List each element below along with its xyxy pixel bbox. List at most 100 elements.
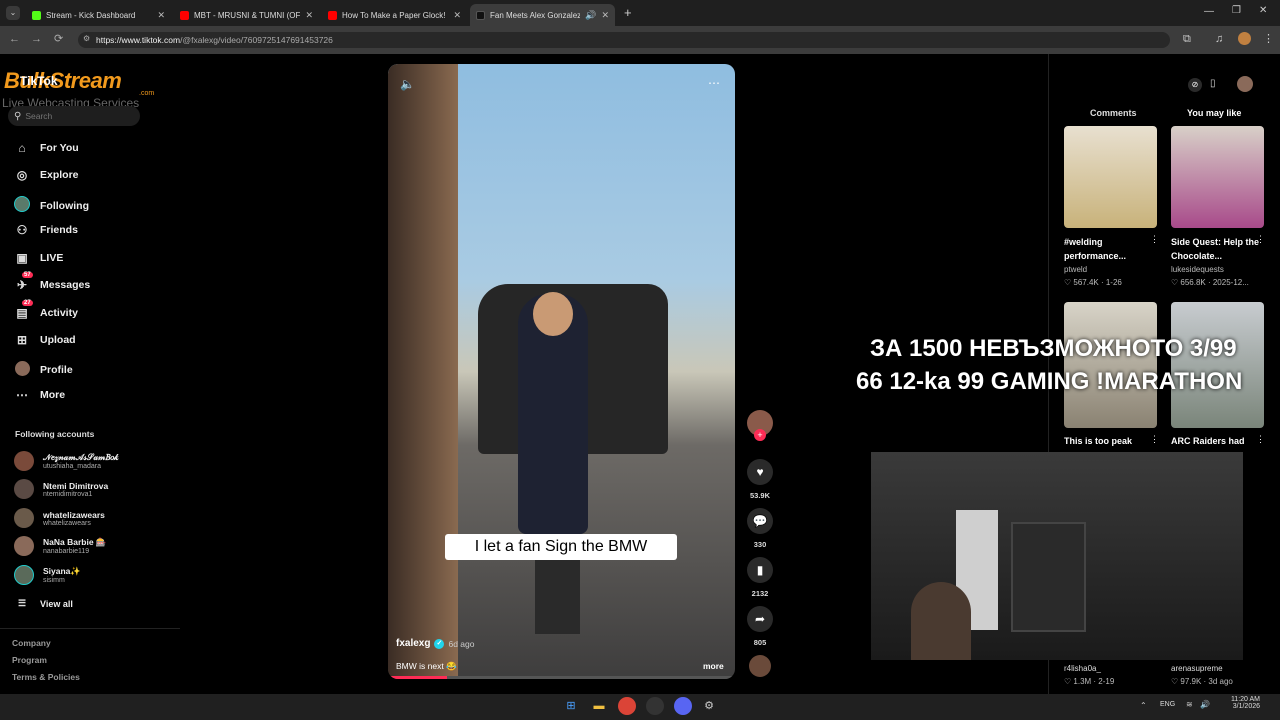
sound-disc-icon[interactable] (749, 655, 771, 677)
more-link[interactable]: more (703, 661, 724, 671)
card-title[interactable]: Side Quest: Help the Chocolate... (1171, 235, 1261, 263)
maximize-button[interactable]: ❐ (1232, 5, 1241, 16)
forward-arrow-icon[interactable]: → (31, 33, 42, 45)
profile-avatar[interactable] (1238, 32, 1251, 45)
tab-you-may-like[interactable]: You may like (1187, 108, 1241, 118)
tab-search-icon[interactable]: ⌄ (6, 6, 20, 20)
wifi-icon[interactable]: ≋ (1186, 700, 1193, 709)
activity-badge: 27 (22, 300, 33, 306)
card-author[interactable]: ptweld (1064, 265, 1087, 274)
user-avatar[interactable] (1237, 76, 1253, 92)
bookmark-icon[interactable]: ▮ (747, 557, 773, 583)
comment-action[interactable]: 💬 330 (745, 508, 775, 549)
card-author[interactable]: arenasupreme (1171, 664, 1223, 673)
tab-youtube-mbt[interactable]: MBT - MRUSNI & TUMNI (OFFI ✕ (174, 4, 319, 26)
url-input[interactable]: ⚙ https://www.tiktok.com/@fxalexg/video/… (78, 32, 1170, 48)
tab-kick-dashboard[interactable]: Stream - Kick Dashboard ✕ (26, 4, 171, 26)
steam-icon[interactable]: ⚙ (700, 697, 718, 715)
heart-icon[interactable]: ♥ (747, 459, 773, 485)
clock[interactable]: 11:20 AM 3/1/2026 (1220, 696, 1260, 710)
speaker-icon[interactable]: 🔊 (585, 10, 596, 21)
chrome-icon[interactable] (618, 697, 636, 715)
footer-program-link[interactable]: Program (12, 655, 47, 665)
view-all-link[interactable]: ☰ View all (14, 598, 73, 609)
card-more-icon[interactable]: ⋮ (1150, 234, 1159, 245)
extensions-icon[interactable]: ⧉ (1183, 33, 1191, 46)
card-more-icon[interactable]: ⋮ (1256, 234, 1265, 245)
account-handle: nanabarbie119 (43, 548, 90, 555)
video-more-options-icon[interactable]: ⋯ (708, 76, 720, 90)
video-thumbnail[interactable] (1171, 302, 1264, 428)
nav-following[interactable]: Following (14, 196, 89, 215)
tiktok-logo-text[interactable]: TikTok (20, 74, 58, 88)
close-icon[interactable]: ✕ (305, 10, 313, 21)
video-progress-track[interactable] (388, 676, 735, 679)
video-thumbnail[interactable] (1171, 126, 1264, 228)
account-item[interactable]: Siyana✨ sisimm (14, 565, 81, 585)
card-more-icon[interactable]: ⋮ (1256, 434, 1265, 445)
tab-youtube-glock[interactable]: How To Make a Paper Glock! ✕ (322, 4, 467, 26)
close-icon[interactable]: ✕ (453, 10, 461, 21)
account-item[interactable]: whatelizawears whatelizawears (14, 508, 105, 528)
close-window-button[interactable]: ✕ (1259, 5, 1267, 16)
minimize-button[interactable]: — (1204, 6, 1214, 17)
search-input[interactable] (25, 111, 126, 121)
stream-overlay-title: ЗА 1500 НЕВЪЗМОЖНОТО 3/99 (870, 335, 1237, 362)
card-author[interactable]: r4lisha0a_ (1064, 664, 1101, 673)
close-icon[interactable]: ✕ (157, 10, 165, 21)
language-indicator[interactable]: ENG (1160, 701, 1175, 708)
creator-avatar-follow[interactable]: + (745, 410, 775, 441)
file-explorer-icon[interactable]: ▬ (590, 697, 608, 715)
card-author[interactable]: lukesidequests (1171, 265, 1224, 274)
video-author[interactable]: fxalexg ✓ 6d ago (396, 638, 474, 649)
save-action[interactable]: ▮ 2132 (745, 557, 775, 598)
card-more-icon[interactable]: ⋮ (1150, 434, 1159, 445)
media-control-icon[interactable]: ♫ (1215, 33, 1223, 45)
nav-activity[interactable]: ▤ 27 Activity (14, 300, 78, 320)
windows-start-icon[interactable]: ⊞ (562, 697, 580, 715)
search-bar[interactable]: ⚲ (8, 106, 140, 126)
tray-chevron-icon[interactable]: ⌃ (1140, 701, 1147, 710)
tab-comments[interactable]: Comments (1090, 108, 1137, 118)
card-title[interactable]: ARC Raiders had (1171, 434, 1261, 448)
nav-messages[interactable]: ✈ 57 Messages (14, 272, 90, 292)
nav-for-you[interactable]: ⌂ For You (14, 141, 78, 155)
nav-upload[interactable]: ⊞ Upload (14, 333, 76, 347)
menu-kebab-icon[interactable]: ⋮ (1263, 32, 1274, 45)
phone-app-icon[interactable]: ▯ (1210, 78, 1216, 89)
comment-icon[interactable]: 💬 (747, 508, 773, 534)
like-action[interactable]: ♥ 53.9K (745, 459, 775, 500)
follow-plus-icon[interactable]: + (754, 429, 766, 441)
video-thumbnail[interactable] (1064, 126, 1157, 228)
footer-company-link[interactable]: Company (12, 638, 51, 648)
account-item[interactable]: NaNa Barbie 🎰 nanabarbie119 (14, 536, 107, 556)
card-title[interactable]: #welding performance... (1064, 235, 1154, 263)
close-icon[interactable]: ✕ (601, 10, 609, 21)
reload-icon[interactable]: ⟳ (54, 32, 63, 45)
share-action[interactable]: ➦ 805 (745, 606, 775, 647)
nav-profile[interactable]: Profile (14, 361, 73, 379)
account-item[interactable]: 𝒩𝑒𝓏𝓃𝒶𝓂𝒜𝓈𝒮𝒶𝓂𝐵𝑜𝓀 utushiaha_madara (14, 451, 119, 471)
volume-tray-icon[interactable]: 🔊 (1200, 700, 1210, 709)
nav-friends[interactable]: ⚇ Friends (14, 223, 78, 237)
discord-icon[interactable] (674, 697, 692, 715)
nav-live[interactable]: ▣ LIVE (14, 251, 63, 265)
video-player[interactable] (388, 64, 735, 679)
account-name: NaNa Barbie 🎰 (43, 537, 107, 547)
card-title[interactable]: This is too peak (1064, 434, 1154, 448)
tab-title: Stream - Kick Dashboard (46, 10, 136, 20)
video-thumbnail[interactable] (1064, 302, 1157, 428)
account-item[interactable]: Ntemi Dimitrova ntemidimitrova1 (14, 479, 108, 499)
nav-more[interactable]: ⋯ More (14, 388, 65, 402)
new-tab-button[interactable]: + (624, 5, 632, 20)
tab-tiktok-active[interactable]: Fan Meets Alex Gonzalez at 🔊 ✕ (470, 4, 615, 26)
volume-icon[interactable]: 🔈 (400, 77, 415, 91)
back-arrow-icon[interactable]: ← (9, 33, 20, 45)
nav-explore[interactable]: ◎ Explore (14, 168, 79, 182)
share-icon[interactable]: ➦ (747, 606, 773, 632)
obs-icon[interactable] (646, 697, 664, 715)
compass-small-icon[interactable]: ⊘ (1188, 78, 1202, 92)
tiktok-favicon-icon (476, 10, 485, 20)
site-info-icon[interactable]: ⚙ (83, 34, 90, 43)
footer-terms-link[interactable]: Terms & Policies (12, 672, 80, 682)
